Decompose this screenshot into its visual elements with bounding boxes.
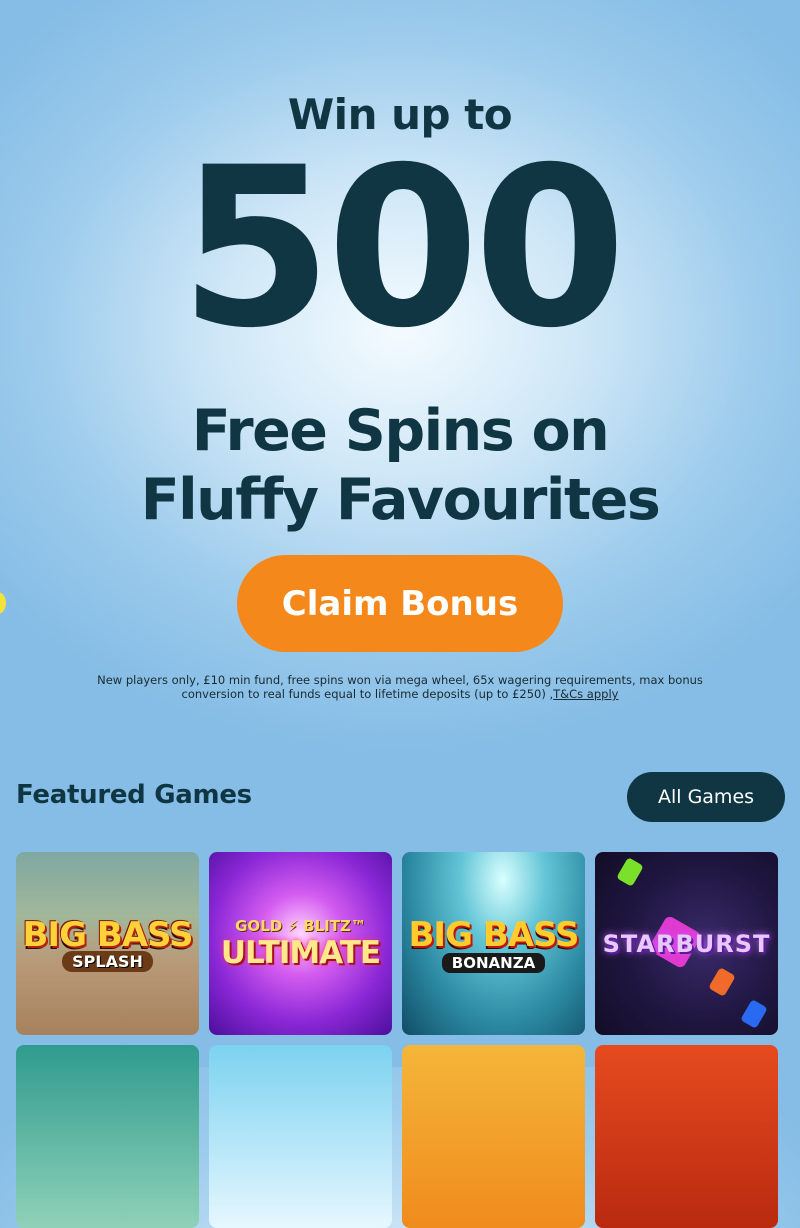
claim-bonus-button[interactable]: Claim Bonus (237, 555, 563, 652)
game-title-line1: STARBURST (602, 929, 771, 958)
game-logo: STARBURST (595, 852, 778, 1035)
game-title-line2: SPLASH (62, 951, 153, 972)
terms-disclaimer: New players only, £10 min fund, free spi… (80, 673, 720, 701)
game-title-line1: BIG BASS (408, 914, 580, 955)
game-tile[interactable] (595, 1045, 778, 1228)
hero-banner: Win up to 500 Free Spins on Fluffy Favou… (0, 0, 800, 740)
hero-subline-2: Fluffy Favourites (140, 467, 661, 533)
game-tile[interactable] (402, 1045, 585, 1228)
game-tile-big-bass-splash[interactable]: BIG BASS SPLASH (16, 852, 199, 1035)
terms-link[interactable]: T&Cs apply (553, 687, 618, 701)
featured-games-title: Featured Games (16, 780, 252, 810)
game-tile-big-bass-bonanza[interactable]: BIG BASS BONANZA (402, 852, 585, 1035)
game-title-line2: BONANZA (441, 952, 546, 973)
hero-free-spins-number: 500 (179, 120, 626, 376)
game-tile-starburst[interactable]: STARBURST (595, 852, 778, 1035)
hero-subline-1: Free Spins on (191, 398, 610, 464)
game-logo: BIG BASS SPLASH (16, 852, 199, 1035)
game-tile-gold-blitz-ultimate[interactable]: GOLD ⚡ BLITZ™ ULTIMATE (209, 852, 392, 1035)
all-games-button[interactable]: All Games (627, 772, 785, 822)
game-logo: GOLD ⚡ BLITZ™ ULTIMATE (209, 852, 392, 1035)
game-title-line2: ULTIMATE (220, 934, 381, 971)
game-tile[interactable] (209, 1045, 392, 1228)
game-logo: BIG BASS BONANZA (402, 852, 585, 1035)
game-tile[interactable] (16, 1045, 199, 1228)
game-title-line1: GOLD ⚡ BLITZ™ (235, 916, 366, 935)
game-title-line1: BIG BASS (22, 915, 194, 955)
